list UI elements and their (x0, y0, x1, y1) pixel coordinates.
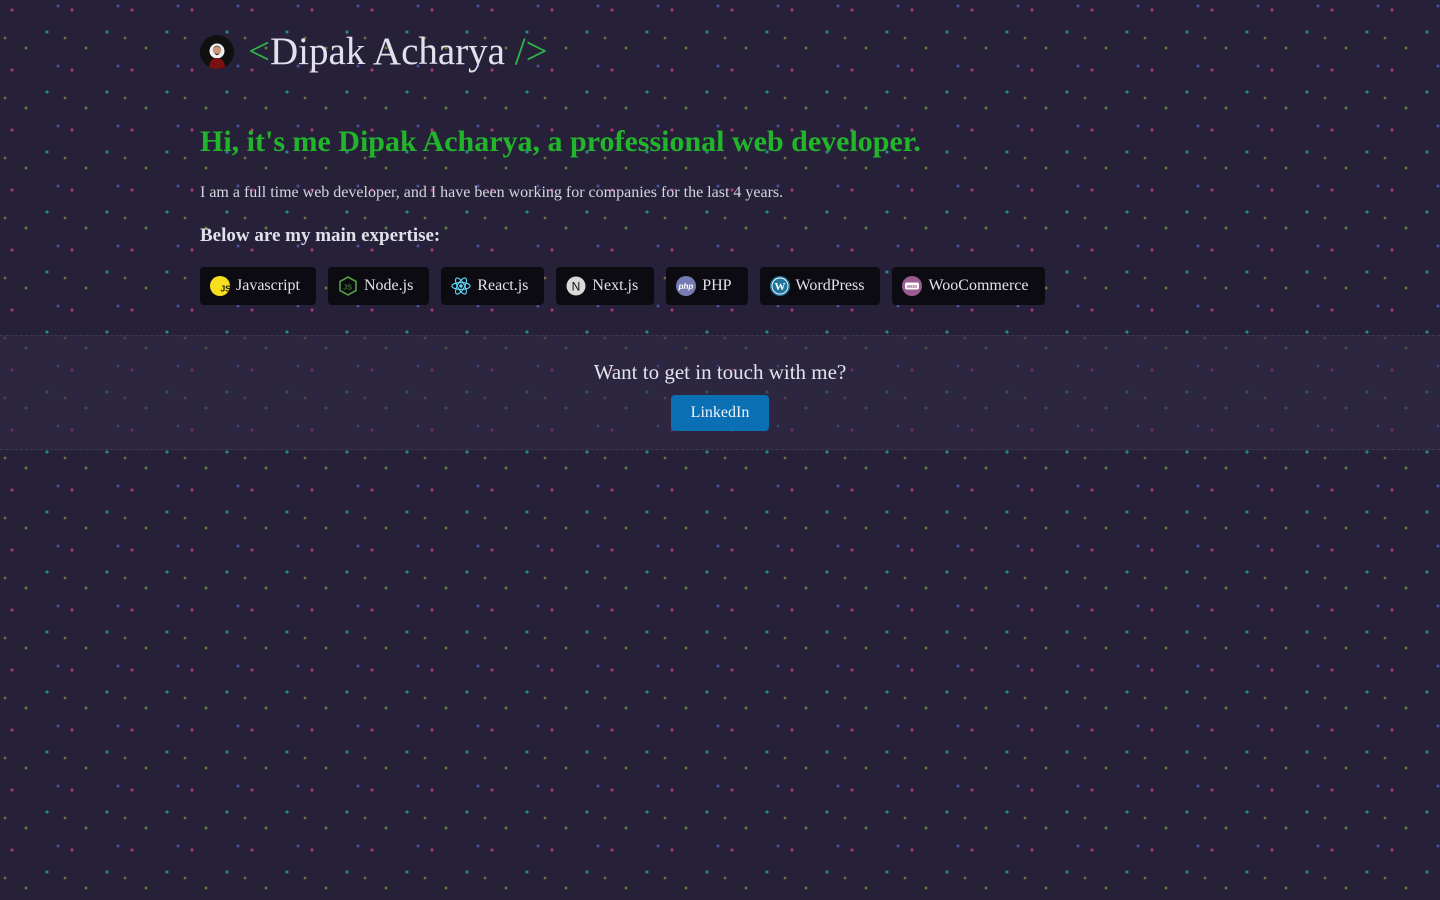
skill-chip-javascript[interactable]: JS Javascript (200, 267, 316, 305)
avatar[interactable] (200, 35, 234, 69)
contact-section: Want to get in touch with me? LinkedIn (0, 335, 1440, 450)
avatar-image (200, 35, 234, 69)
react-icon (451, 276, 471, 296)
site-header: <Dipak Acharya /> (200, 30, 548, 74)
skills-list: JS Javascript JS Node.js React.js N Next… (200, 267, 1045, 305)
svg-text:JS: JS (221, 284, 231, 294)
skill-label: React.js (477, 277, 529, 294)
svg-text:JS: JS (343, 283, 352, 292)
woocommerce-icon: woo (902, 276, 923, 296)
skill-chip-woocommerce[interactable]: woo WooCommerce (892, 267, 1045, 305)
wordpress-icon: W (769, 276, 790, 296)
skill-chip-nextjs[interactable]: N Next.js (556, 267, 655, 305)
skill-label: Javascript (236, 277, 300, 294)
skill-label: WooCommerce (928, 277, 1029, 294)
contact-question: Want to get in touch with me? (593, 360, 847, 384)
skill-label: Node.js (363, 277, 414, 294)
linkedin-button[interactable]: LinkedIn (671, 395, 769, 431)
php-icon: php (676, 276, 697, 296)
brand-name: Dipak Acharya (270, 30, 505, 73)
svg-text:W: W (774, 281, 785, 293)
svg-text:N: N (572, 280, 581, 294)
svg-text:woo: woo (906, 284, 917, 290)
skill-label: WordPress (795, 277, 865, 294)
brand-close-tag: /> (505, 30, 548, 73)
skill-chip-wordpress[interactable]: W WordPress (759, 267, 881, 305)
skill-chip-nodejs[interactable]: JS Node.js (327, 267, 430, 305)
skill-chip-php[interactable]: php PHP (666, 267, 748, 305)
brand-open-tag: < (248, 30, 270, 73)
site-brand[interactable]: <Dipak Acharya /> (248, 30, 548, 74)
hero-headline: Hi, it's me Dipak Acharya, a professiona… (200, 125, 921, 158)
skill-chip-react[interactable]: React.js (441, 267, 545, 305)
javascript-icon: JS (210, 276, 230, 296)
skill-label: PHP (702, 277, 732, 294)
expertise-heading: Below are my main expertise: (200, 225, 441, 246)
hero-intro: I am a full time web developer, and I ha… (200, 184, 784, 201)
skill-label: Next.js (592, 277, 639, 294)
nodejs-icon: JS (338, 276, 358, 296)
svg-text:php: php (678, 282, 694, 291)
nextjs-icon: N (566, 276, 586, 296)
